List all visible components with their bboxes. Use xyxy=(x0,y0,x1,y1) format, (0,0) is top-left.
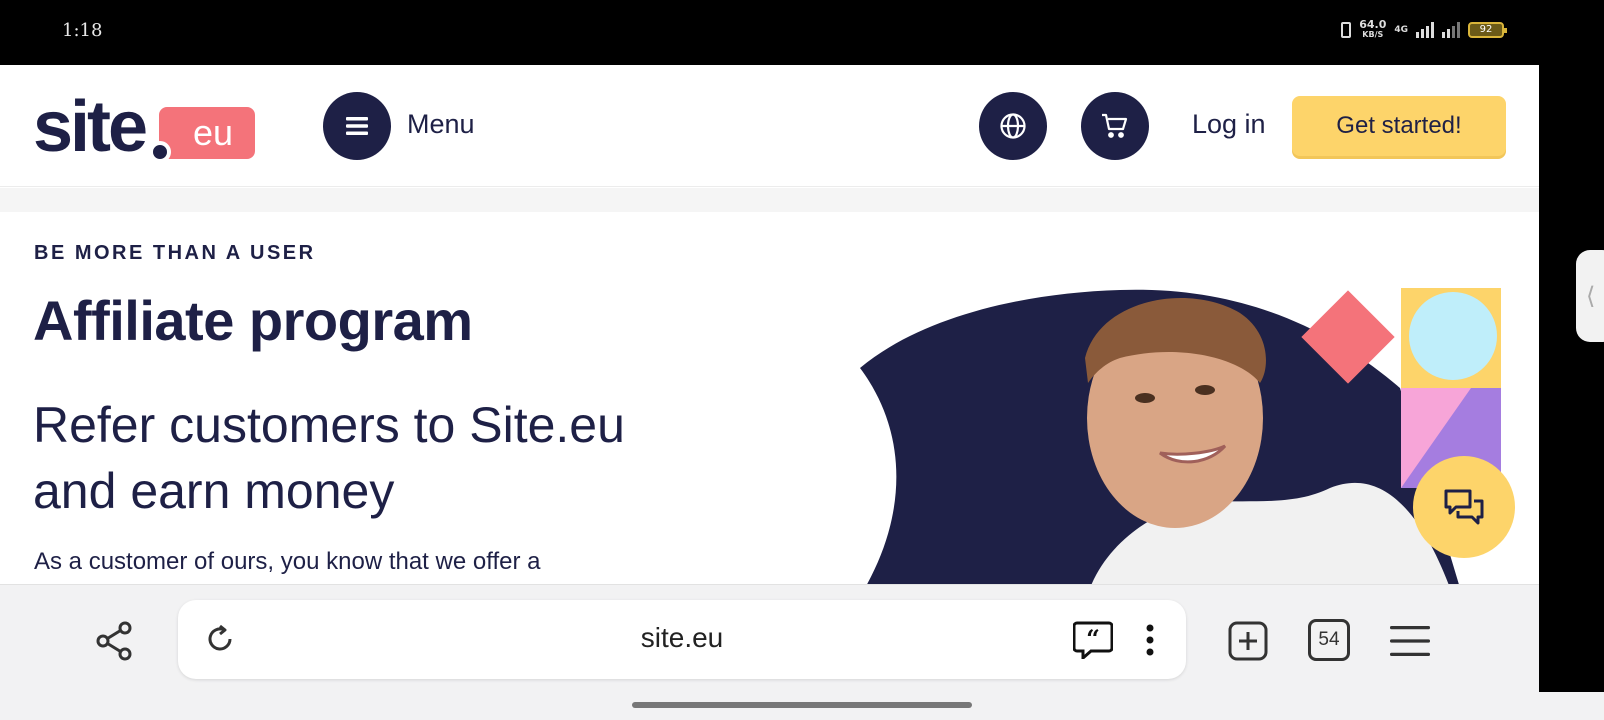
share-button[interactable] xyxy=(92,618,138,664)
browser-menu-button[interactable] xyxy=(1388,619,1432,663)
web-page: site eu Menu Log in Get started! BE MORE… xyxy=(0,65,1539,584)
quote-button[interactable]: “ xyxy=(1072,619,1114,661)
signal-icon-2 xyxy=(1442,22,1460,38)
more-vertical-icon xyxy=(1146,624,1154,656)
get-started-button[interactable]: Get started! xyxy=(1292,96,1506,156)
url-text[interactable]: site.eu xyxy=(178,622,1186,654)
language-button[interactable] xyxy=(979,92,1047,160)
more-options-button[interactable] xyxy=(1136,619,1164,661)
decor-blue-circle xyxy=(1409,292,1497,380)
battery-icon: 92 xyxy=(1468,22,1507,38)
svg-text:“: “ xyxy=(1086,624,1100,653)
site-header: site eu Menu Log in Get started! xyxy=(0,65,1539,187)
gesture-area xyxy=(0,692,1604,720)
plus-square-icon xyxy=(1228,621,1268,661)
side-panel-handle[interactable]: ⟨ xyxy=(1576,250,1604,342)
hero-title: Affiliate program xyxy=(33,289,473,352)
tab-count-button[interactable]: 54 xyxy=(1308,619,1350,661)
login-link[interactable]: Log in xyxy=(1192,109,1266,140)
hamburger-icon xyxy=(1390,626,1430,656)
chat-bubbles-icon xyxy=(1444,489,1484,525)
status-indicators: 64.0 KB/S 4G 92 xyxy=(1341,19,1507,40)
vibrate-icon xyxy=(1341,22,1352,38)
logo-text: site xyxy=(33,87,148,167)
reload-icon xyxy=(208,624,232,651)
signal-icon xyxy=(1416,22,1434,38)
menu-button[interactable] xyxy=(323,92,391,160)
header-divider xyxy=(0,188,1539,212)
screen-edge xyxy=(1539,65,1604,692)
hero-illustration xyxy=(860,288,1520,584)
logo-dot xyxy=(149,141,171,163)
hero-body-text: As a customer of ours, you know that we … xyxy=(34,548,541,575)
cart-icon xyxy=(1102,113,1128,138)
status-bar: 1:18 64.0 KB/S 4G 92 xyxy=(0,0,1604,65)
browser-toolbar: site.eu “ 54 xyxy=(0,584,1539,692)
hamburger-icon xyxy=(346,117,368,135)
quote-icon: “ xyxy=(1073,621,1113,659)
home-gesture-bar[interactable] xyxy=(632,702,972,708)
cart-button[interactable] xyxy=(1081,92,1149,160)
menu-label[interactable]: Menu xyxy=(407,109,475,140)
logo-suffix: eu xyxy=(159,107,255,159)
address-bar[interactable]: site.eu xyxy=(178,600,1186,679)
share-icon xyxy=(96,621,132,661)
globe-icon xyxy=(1000,113,1026,139)
phone-screen: 1:18 64.0 KB/S 4G 92 site eu Menu Log in… xyxy=(0,0,1604,720)
net-speed: 64.0 KB/S xyxy=(1359,19,1386,40)
reload-button[interactable] xyxy=(200,619,240,659)
chat-button[interactable] xyxy=(1413,456,1515,558)
hero-subtitle: Refer customers to Site.eu and earn mone… xyxy=(33,397,625,519)
network-type: 4G xyxy=(1394,25,1408,35)
net-speed-unit: KB/S xyxy=(1362,30,1384,39)
status-time: 1:18 xyxy=(62,20,103,41)
new-tab-button[interactable] xyxy=(1226,619,1270,663)
hero-eyebrow: BE MORE THAN A USER xyxy=(34,242,316,264)
hero-section: BE MORE THAN A USER Affiliate program Re… xyxy=(0,212,1539,584)
